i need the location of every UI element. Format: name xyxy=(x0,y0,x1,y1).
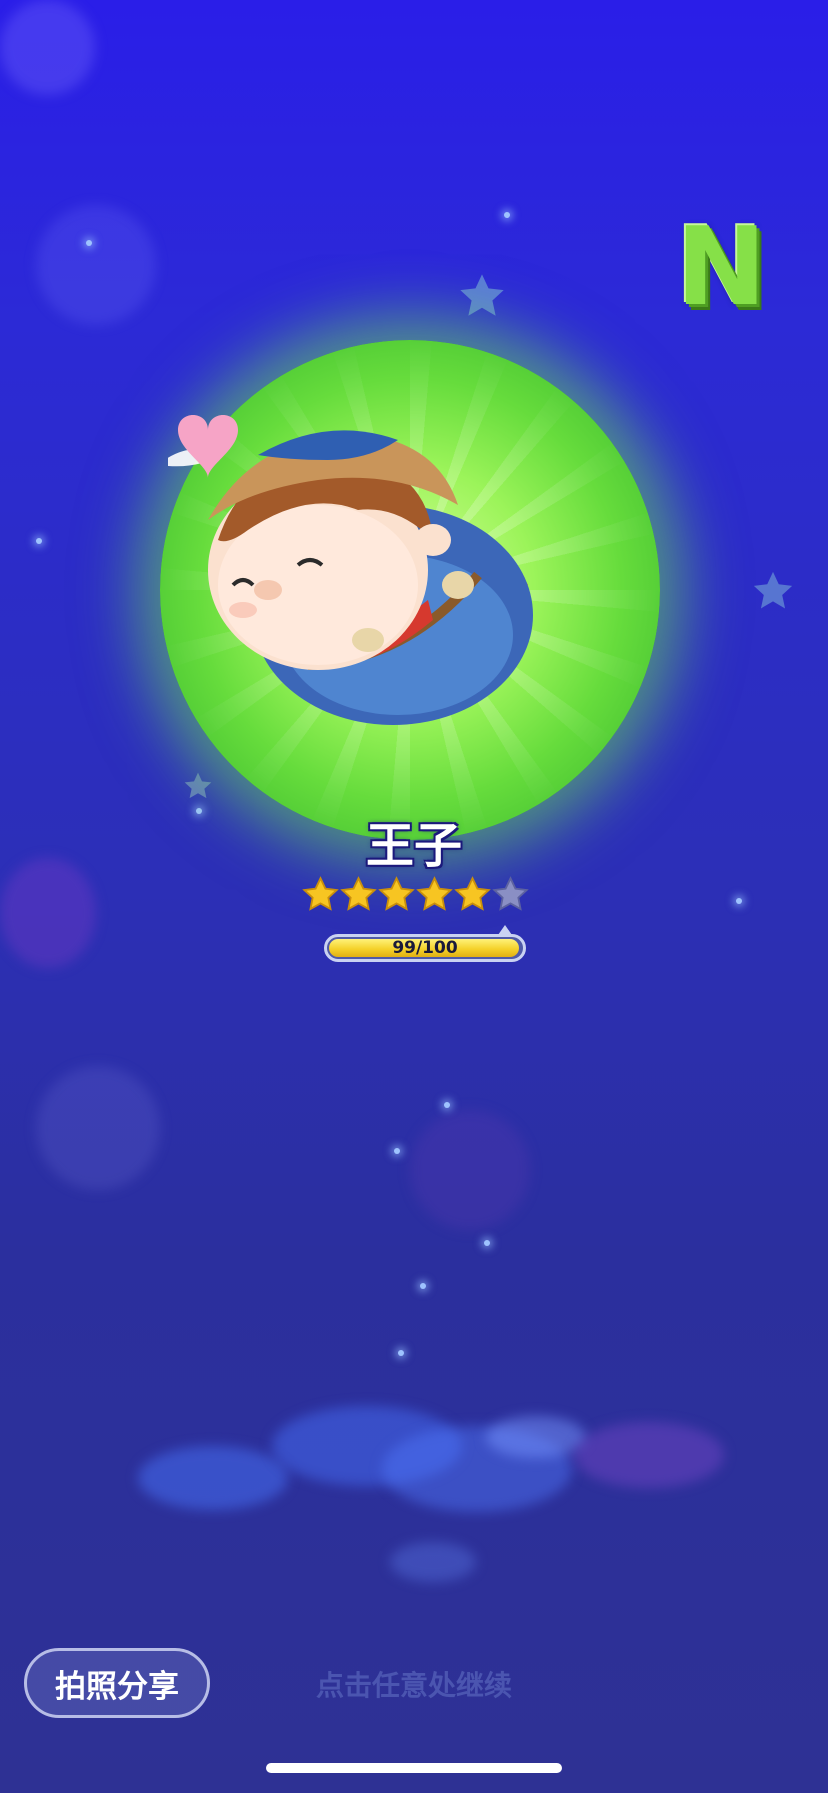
background-star-icon xyxy=(460,274,504,316)
bokeh-circle xyxy=(410,1110,530,1230)
character-name: 王子 xyxy=(365,818,462,874)
bokeh-ellipse xyxy=(390,1542,476,1582)
level-progress-bar: 99/100 xyxy=(324,934,526,962)
prince-character-illustration xyxy=(168,415,533,725)
sparkle-dot xyxy=(484,1240,490,1246)
sparkle-dot xyxy=(420,1283,426,1289)
star-rating xyxy=(302,876,532,920)
star-filled-icon xyxy=(340,876,377,911)
bokeh-ellipse xyxy=(574,1422,724,1488)
bokeh-circle xyxy=(36,1066,160,1190)
bokeh-ellipse xyxy=(138,1446,288,1510)
rarity-badge: N xyxy=(676,205,767,330)
sparkle-dot xyxy=(394,1148,400,1154)
result-screen[interactable]: N 王子 99/100 拍照分享 点击任意处继续 xyxy=(0,0,828,1793)
star-filled-icon xyxy=(454,876,491,911)
sparkle-dot xyxy=(736,898,742,904)
background-star-icon xyxy=(184,772,212,799)
bokeh-circle xyxy=(0,0,95,95)
bokeh-circle xyxy=(36,205,156,325)
sparkle-dot xyxy=(86,240,92,246)
home-indicator[interactable] xyxy=(266,1763,562,1773)
tap-to-continue-hint: 点击任意处继续 xyxy=(315,1669,512,1702)
star-filled-icon xyxy=(416,876,453,911)
sparkle-dot xyxy=(398,1350,404,1356)
bokeh-ellipse xyxy=(486,1416,586,1458)
sparkle-dot xyxy=(444,1102,450,1108)
progress-label: 99/100 xyxy=(392,938,458,958)
sparkle-dot xyxy=(504,212,510,218)
star-empty-icon xyxy=(492,876,529,911)
star-filled-icon xyxy=(378,876,415,911)
background-star-icon xyxy=(753,571,793,609)
sparkle-dot xyxy=(36,538,42,544)
star-filled-icon xyxy=(302,876,339,911)
